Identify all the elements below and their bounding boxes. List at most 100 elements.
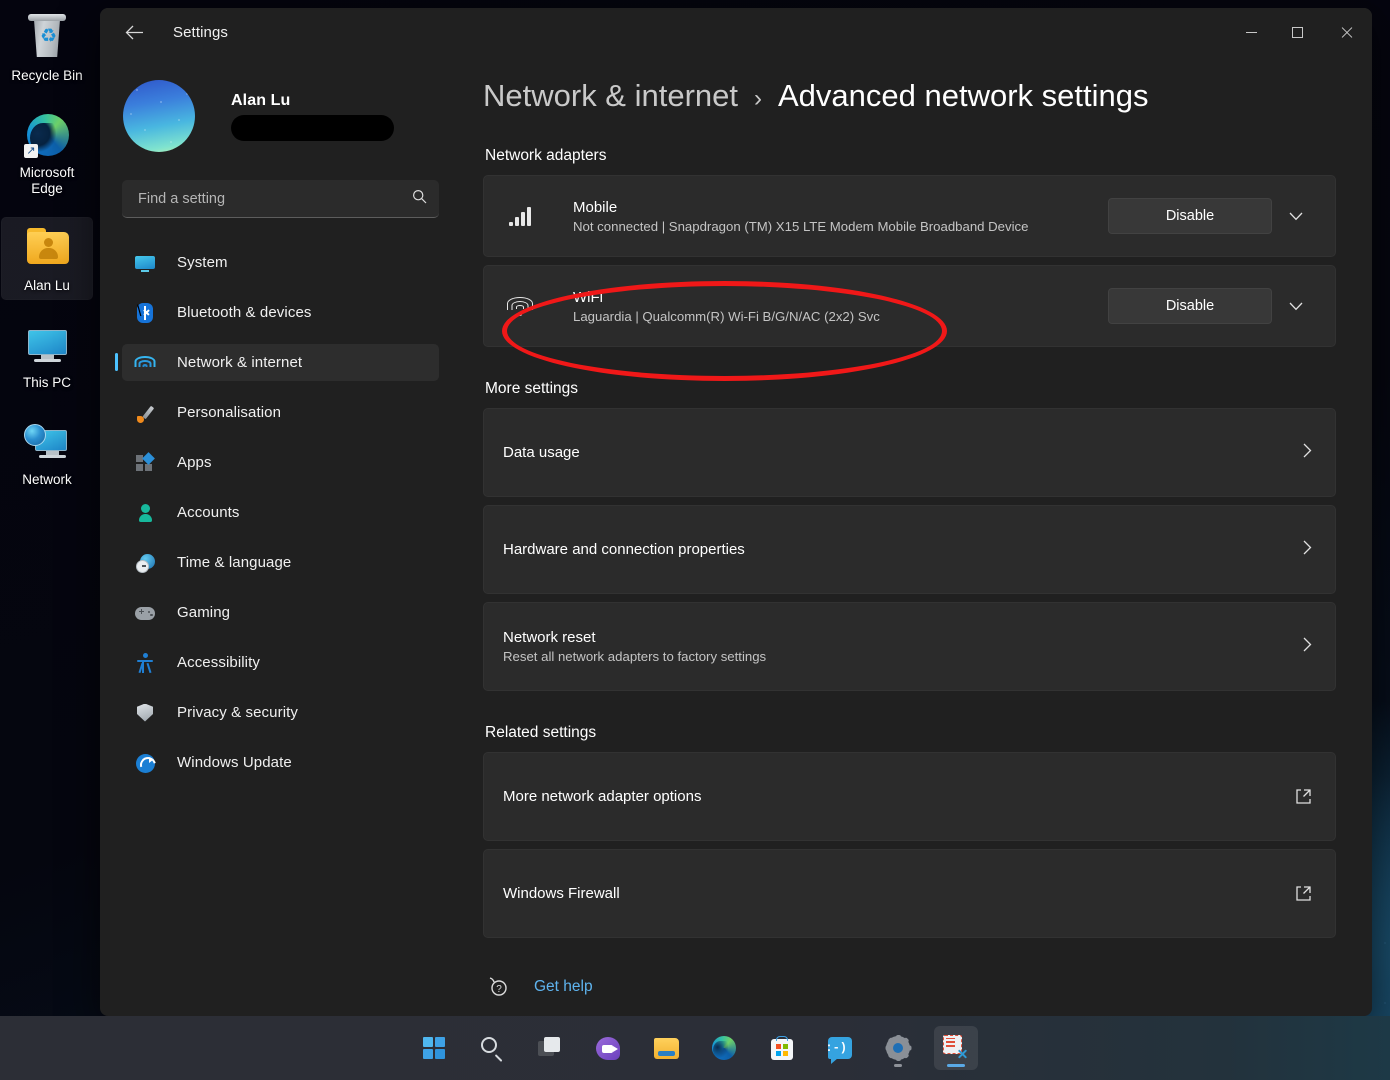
- sidebar-nav-list: System Bluetooth & devices Network & int…: [122, 244, 439, 794]
- more-settings-item-data-usage[interactable]: Data usage: [483, 408, 1336, 497]
- breadcrumb-separator: ›: [754, 85, 762, 113]
- sidebar-item-personalisation[interactable]: Personalisation: [122, 394, 439, 431]
- chevron-right-icon: [1303, 443, 1316, 462]
- back-button[interactable]: [117, 15, 151, 49]
- desktop-icon-this-pc[interactable]: This PC: [2, 315, 92, 396]
- update-refresh-icon: [134, 752, 156, 774]
- person-icon: [134, 502, 156, 524]
- wifi-icon: [503, 297, 537, 316]
- sidebar-item-label: Bluetooth & devices: [177, 304, 311, 321]
- breadcrumb-parent-link[interactable]: Network & internet: [483, 78, 738, 114]
- search-icon: [412, 189, 427, 208]
- link-text: More network adapter options: [503, 788, 701, 805]
- help-question-icon: ?: [488, 976, 510, 998]
- sidebar-item-gaming[interactable]: Gaming: [122, 594, 439, 631]
- microsoft-edge-icon: [712, 1036, 736, 1060]
- sidebar-item-label: Time & language: [177, 554, 291, 571]
- taskbar-feedback-hub-button[interactable]: :-): [818, 1026, 862, 1070]
- breadcrumb: Network & internet › Advanced network se…: [483, 78, 1336, 114]
- link-subtitle: Reset all network adapters to factory se…: [503, 649, 766, 664]
- wifi-icon: [134, 352, 156, 374]
- desktop-icon-network[interactable]: Network: [2, 412, 92, 493]
- apps-grid-icon: [134, 452, 156, 474]
- close-button[interactable]: [1320, 8, 1372, 56]
- sidebar-item-label: Accessibility: [177, 654, 260, 671]
- taskbar-running-indicator: [894, 1064, 902, 1067]
- more-settings-heading: More settings: [485, 380, 1336, 398]
- taskbar-snipping-tool-button[interactable]: [934, 1026, 978, 1070]
- related-settings-item-windows-firewall[interactable]: Windows Firewall: [483, 849, 1336, 938]
- chat-video-icon: [596, 1037, 620, 1060]
- minimize-button[interactable]: [1228, 8, 1274, 56]
- network-icon: [23, 418, 71, 466]
- feedback-smiley-icon: :-): [828, 1037, 852, 1059]
- folder-icon: [654, 1038, 679, 1059]
- task-view-icon: [538, 1037, 562, 1059]
- sidebar-item-accounts[interactable]: Accounts: [122, 494, 439, 531]
- taskbar-edge-button[interactable]: [702, 1026, 746, 1070]
- chevron-right-icon: [1303, 637, 1316, 656]
- link-title: Data usage: [503, 444, 580, 461]
- sidebar-item-windows-update[interactable]: Windows Update: [122, 744, 439, 781]
- taskbar-items: :-): [412, 1026, 978, 1070]
- adapter-row-mobile[interactable]: Mobile Not connected | Snapdragon (TM) X…: [483, 175, 1336, 257]
- disable-button[interactable]: Disable: [1108, 198, 1272, 234]
- desktop-icon-label: Microsoft Edge: [4, 165, 90, 197]
- main-content: Network & internet › Advanced network se…: [457, 56, 1372, 1016]
- sidebar-item-bluetooth-devices[interactable]: Bluetooth & devices: [122, 294, 439, 331]
- microsoft-edge-icon: ↗: [23, 111, 71, 159]
- taskbar-file-explorer-button[interactable]: [644, 1026, 688, 1070]
- account-block[interactable]: Alan Lu: [122, 80, 439, 152]
- paintbrush-icon: [134, 402, 156, 424]
- network-adapters-heading: Network adapters: [485, 147, 1336, 165]
- sidebar-item-label: Privacy & security: [177, 704, 298, 721]
- related-settings-item-more-adapter-options[interactable]: More network adapter options: [483, 752, 1336, 841]
- sidebar-item-label: Accounts: [177, 504, 240, 521]
- gamepad-icon: [134, 602, 156, 624]
- recycle-bin-icon: ♻: [23, 14, 71, 62]
- taskbar-settings-button[interactable]: [876, 1026, 920, 1070]
- adapter-row-wifi[interactable]: WiFi Laguardia | Qualcomm(R) Wi-Fi B/G/N…: [483, 265, 1336, 347]
- taskbar-search-button[interactable]: [470, 1026, 514, 1070]
- taskbar-chat-button[interactable]: [586, 1026, 630, 1070]
- link-title: Network reset: [503, 629, 766, 646]
- sidebar-item-network-internet[interactable]: Network & internet: [122, 344, 439, 381]
- sidebar-item-accessibility[interactable]: Accessibility: [122, 644, 439, 681]
- account-text: Alan Lu: [231, 92, 394, 141]
- search-input[interactable]: [138, 191, 406, 207]
- windows-logo-icon: [423, 1037, 445, 1059]
- desktop-icon-label: Network: [22, 472, 72, 488]
- more-settings-item-hardware-properties[interactable]: Hardware and connection properties: [483, 505, 1336, 594]
- maximize-button[interactable]: [1274, 8, 1320, 56]
- adapter-name: Mobile: [573, 199, 1108, 216]
- more-settings-item-network-reset[interactable]: Network reset Reset all network adapters…: [483, 602, 1336, 691]
- system-monitor-icon: [134, 252, 156, 274]
- link-title: Hardware and connection properties: [503, 541, 745, 558]
- external-link-icon: [1295, 788, 1312, 805]
- link-text: Windows Firewall: [503, 885, 620, 902]
- taskbar-task-view-button[interactable]: [528, 1026, 572, 1070]
- account-email-redacted: [231, 115, 394, 141]
- link-title: Windows Firewall: [503, 885, 620, 902]
- disable-button[interactable]: Disable: [1108, 288, 1272, 324]
- desktop-icon-microsoft-edge[interactable]: ↗ Microsoft Edge: [2, 105, 92, 202]
- external-link-icon: [1295, 885, 1312, 902]
- get-help-link[interactable]: Get help: [534, 978, 593, 996]
- sidebar-item-system[interactable]: System: [122, 244, 439, 281]
- sidebar-item-privacy-security[interactable]: Privacy & security: [122, 694, 439, 731]
- sidebar-item-apps[interactable]: Apps: [122, 444, 439, 481]
- sidebar-item-label: Gaming: [177, 604, 230, 621]
- sidebar: Alan Lu System: [100, 56, 457, 1016]
- get-help-row[interactable]: ? Get help: [483, 976, 1336, 998]
- sidebar-item-time-language[interactable]: Time & language: [122, 544, 439, 581]
- taskbar-start-button[interactable]: [412, 1026, 456, 1070]
- chevron-down-icon[interactable]: [1276, 288, 1316, 324]
- chevron-down-icon[interactable]: [1276, 198, 1316, 234]
- search-box[interactable]: [122, 180, 439, 218]
- desktop-icon-label: Recycle Bin: [11, 68, 82, 84]
- sidebar-item-label: Apps: [177, 454, 212, 471]
- desktop-icon-recycle-bin[interactable]: ♻ Recycle Bin: [2, 8, 92, 89]
- desktop-icon-user-folder[interactable]: Alan Lu: [2, 218, 92, 299]
- taskbar-microsoft-store-button[interactable]: [760, 1026, 804, 1070]
- accessibility-person-icon: [134, 652, 156, 674]
